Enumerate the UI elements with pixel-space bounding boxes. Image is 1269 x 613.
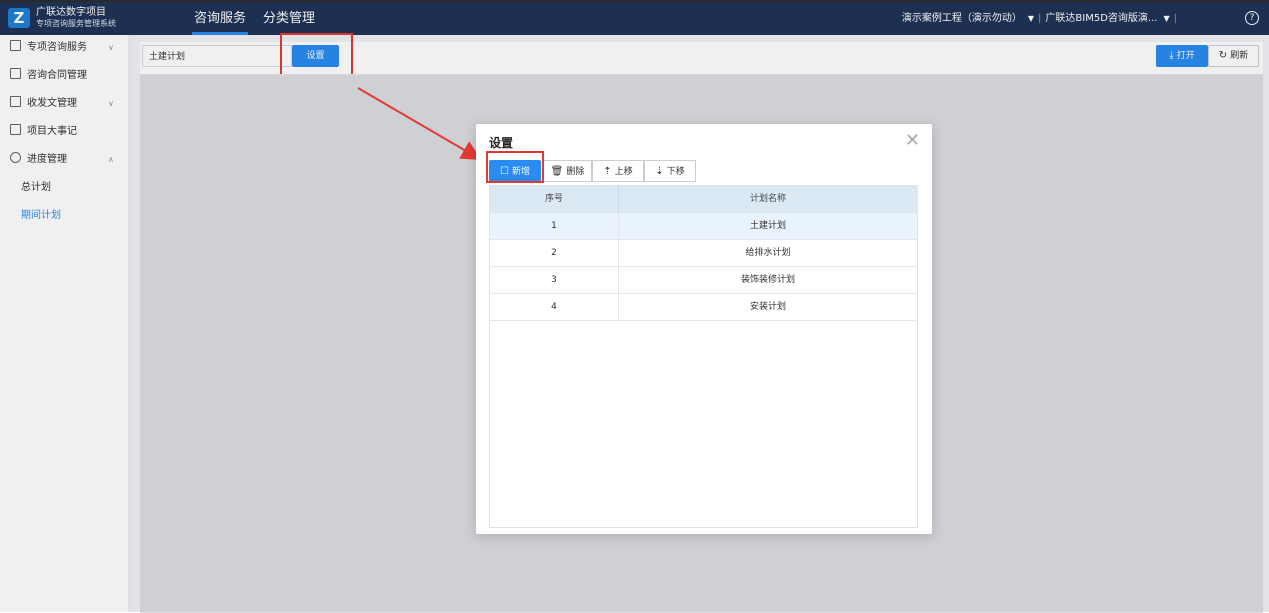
sidebar-item-milestones[interactable]: 项目大事记 (10, 122, 77, 142)
row-plan-name: 安装计划 (749, 302, 786, 312)
close-icon[interactable]: ✕ (905, 132, 920, 150)
app-logo-icon[interactable]: Z (8, 8, 30, 28)
sidebar-item-label: 进度管理 (27, 154, 67, 165)
row-plan-name: 给排水计划 (745, 248, 791, 258)
table-row[interactable]: 3 装饰装修计划 (490, 267, 917, 294)
select-value: 土建计划 (149, 52, 186, 62)
sidebar-item-label: 咨询合同管理 (27, 70, 87, 81)
row-number: 1 (490, 213, 619, 239)
chevron-down-icon[interactable]: ∨ (108, 43, 114, 52)
nav-consulting-service[interactable]: 咨询服务 (191, 0, 249, 35)
column-header-plan-name: 计划名称 (749, 194, 786, 204)
row-number: 3 (490, 267, 619, 293)
mail-icon (10, 96, 21, 107)
sidebar-item-label: 专项咨询服务 (27, 42, 87, 53)
row-plan-name: 装饰装修计划 (740, 275, 795, 285)
project-switcher[interactable]: 演示案例工程（演示勿动） ▼ | 广联达BIM5D咨询版演... ▼ | (902, 0, 1181, 38)
delete-button[interactable]: 🗑 删除 (543, 160, 592, 182)
highlight-box (486, 151, 544, 183)
highlight-box (280, 33, 353, 78)
column-header-number: 序号 (490, 186, 619, 213)
contract-icon (10, 68, 21, 79)
trash-icon: 🗑 (550, 166, 564, 177)
dialog-title: 设置 (489, 136, 514, 150)
move-up-label: 上移 (614, 167, 633, 177)
refresh-label: 刷新 (1230, 51, 1249, 61)
top-navigation-bar: Z 广联达数字项目 专项咨询服务管理系统 咨询服务 分类管理 演示案例工程（演示… (0, 0, 1269, 35)
open-label: 打开 (1176, 51, 1195, 61)
download-icon: ⤓ (1169, 50, 1174, 61)
sidebar-item-special-consulting[interactable]: 专项咨询服务 (10, 38, 87, 58)
delete-label: 删除 (566, 167, 585, 177)
sidebar-subitem-period-plan[interactable]: 期间计划 (21, 206, 61, 226)
row-plan-name: 土建计划 (749, 221, 786, 231)
sidebar-item-progress[interactable]: 进度管理 (10, 150, 67, 170)
sidebar-item-label: 收发文管理 (27, 98, 77, 109)
brand-title: 广联达数字项目 (36, 7, 106, 18)
row-number: 2 (490, 240, 619, 266)
clock-icon (10, 152, 21, 163)
move-up-button[interactable]: ⇡ 上移 (592, 160, 644, 182)
settings-dialog: 设置 ✕ ☐ 新增 🗑 删除 ⇡ 上移 ⇣ 下移 序号 计划名称 1 土建计划 2 给排… (476, 124, 932, 534)
chevron-down-icon[interactable]: ▼ (1028, 14, 1034, 23)
help-icon[interactable]: ? (1245, 11, 1259, 25)
sidebar-subitem-master-plan[interactable]: 总计划 (21, 178, 51, 198)
sidebar-item-documents[interactable]: 收发文管理 (10, 94, 77, 114)
chevron-up-icon[interactable]: ∧ (108, 155, 114, 164)
project-name[interactable]: 演示案例工程（演示勿动） (902, 13, 1022, 24)
chevron-down-icon[interactable]: ∨ (108, 99, 114, 108)
refresh-button[interactable]: ↻ 刷新 (1208, 45, 1259, 67)
move-down-icon: ⇣ (655, 166, 664, 177)
sidebar-item-contract[interactable]: 咨询合同管理 (10, 66, 87, 86)
move-up-icon: ⇡ (603, 166, 612, 177)
table-row[interactable]: 1 土建计划 (490, 213, 917, 240)
move-down-label: 下移 (666, 167, 685, 177)
table-row[interactable]: 4 安装计划 (490, 294, 917, 321)
plan-table: 序号 计划名称 1 土建计划 2 给排水计划 3 装饰装修计划 4 安装计划 (489, 185, 918, 528)
move-down-button[interactable]: ⇣ 下移 (644, 160, 696, 182)
refresh-icon: ↻ (1218, 50, 1228, 61)
table-row[interactable]: 2 给排水计划 (490, 240, 917, 267)
divider: | (1173, 13, 1177, 24)
chevron-down-icon[interactable]: ▼ (1163, 14, 1169, 23)
brand-subtitle: 专项咨询服务管理系统 (36, 19, 116, 28)
plan-select[interactable]: 土建计划 ▼ (142, 45, 299, 67)
divider: | (1038, 13, 1042, 24)
document-icon (10, 40, 21, 51)
nav-category-management[interactable]: 分类管理 (263, 0, 315, 35)
row-number: 4 (490, 294, 619, 320)
open-button[interactable]: ⤓ 打开 (1156, 45, 1208, 67)
table-header: 序号 计划名称 (490, 186, 917, 213)
sidebar-item-label: 项目大事记 (27, 126, 77, 137)
list-icon (10, 124, 21, 135)
organization-name[interactable]: 广联达BIM5D咨询版演... (1045, 13, 1157, 24)
